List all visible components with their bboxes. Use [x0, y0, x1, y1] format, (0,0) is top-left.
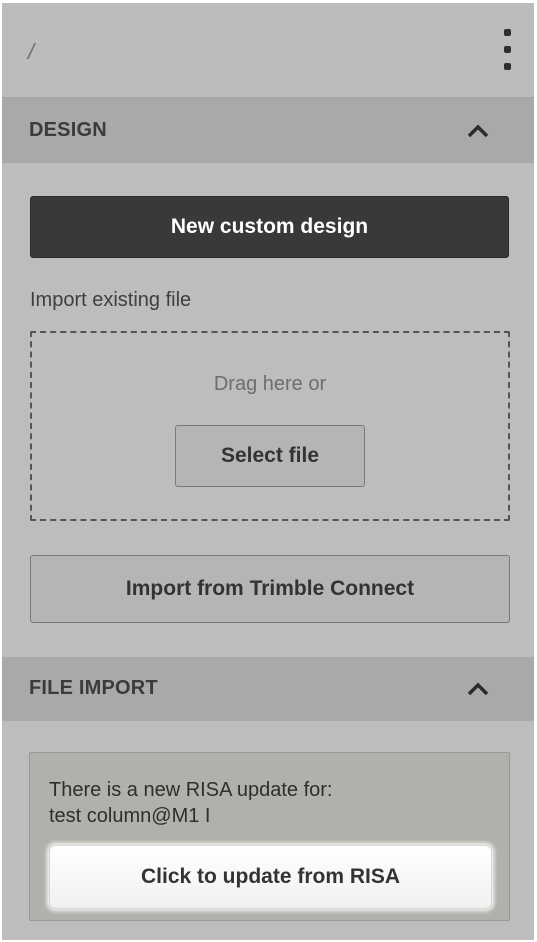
chevron-up-icon[interactable]	[464, 119, 492, 143]
select-file-button[interactable]: Select file	[175, 425, 365, 487]
kebab-dot	[504, 46, 511, 53]
file-drop-zone[interactable]: Drag here or Select file	[30, 331, 510, 521]
risa-update-notice: There is a new RISA update for: test col…	[29, 752, 510, 921]
import-from-trimble-connect-button[interactable]: Import from Trimble Connect	[30, 555, 510, 623]
file-import-section-title: FILE IMPORT	[29, 677, 158, 699]
drag-here-text: Drag here or	[213, 373, 327, 395]
design-section-header[interactable]: DESIGN	[2, 99, 534, 163]
notice-text: There is a new RISA update for: test col…	[49, 777, 489, 829]
notice-item-name: test column@M1 I	[49, 805, 211, 827]
kebab-menu-icon[interactable]	[500, 29, 516, 73]
new-custom-design-button[interactable]: New custom design	[30, 196, 509, 258]
panel-topbar: /	[2, 3, 534, 99]
notice-message: There is a new RISA update for:	[49, 779, 333, 801]
design-section-title: DESIGN	[29, 119, 107, 141]
update-from-risa-button[interactable]: Click to update from RISA	[49, 845, 492, 909]
side-panel: / DESIGN New custom design Import existi…	[2, 3, 534, 940]
breadcrumb-path: /	[28, 39, 35, 64]
kebab-dot	[504, 63, 511, 70]
chevron-up-icon[interactable]	[464, 677, 492, 701]
import-existing-file-label: Import existing file	[30, 289, 192, 311]
kebab-dot	[504, 29, 511, 36]
file-import-section-header[interactable]: FILE IMPORT	[2, 657, 534, 721]
